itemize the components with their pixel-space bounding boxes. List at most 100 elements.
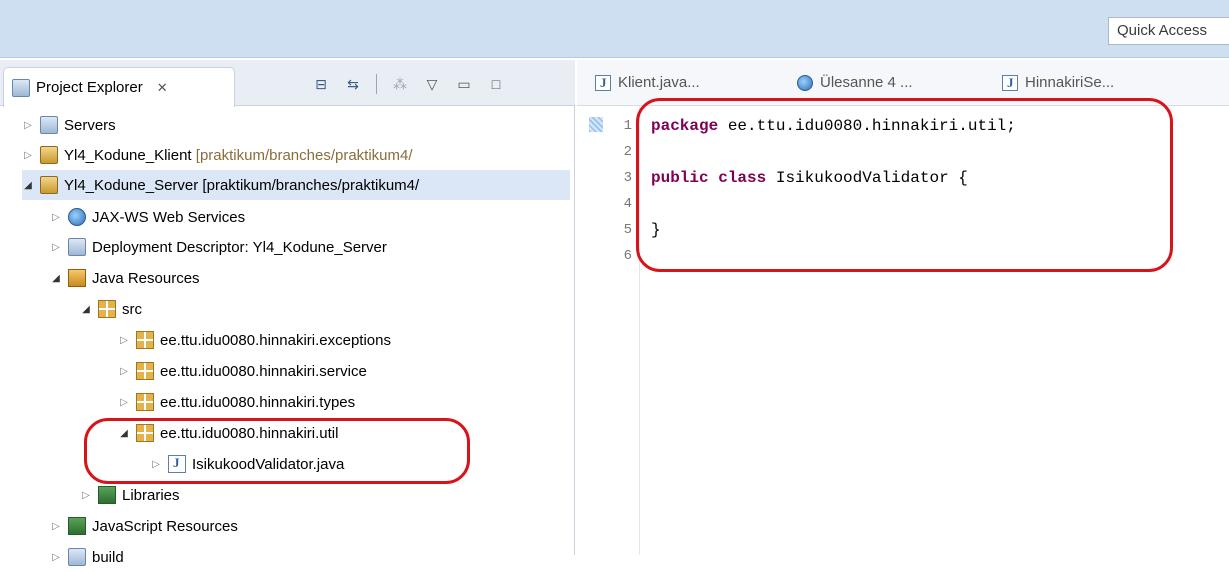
java-resources-icon (68, 269, 86, 287)
project-explorer-title: Project Explorer (36, 79, 143, 96)
expand-arrow-icon[interactable]: ▷ (22, 120, 34, 131)
keyword: public (651, 169, 709, 187)
tree-item-label: IsikukoodValidator.java (192, 455, 345, 473)
tree-item-label: ee.ttu.idu0080.hinnakiri.exceptions (160, 331, 391, 349)
expand-arrow-icon[interactable]: ▷ (118, 397, 130, 408)
collapse-all-icon[interactable]: ⊟ (312, 75, 330, 93)
descriptor-icon (68, 238, 86, 256)
webservice-icon (68, 208, 86, 226)
project-explorer-tab[interactable]: Project Explorer ✕ (3, 67, 235, 107)
tree-item-server-project[interactable]: ◢ Yl4_Kodune_Server [praktikum/branches/… (22, 170, 570, 200)
collapse-arrow-icon[interactable]: ◢ (50, 273, 62, 284)
expand-arrow-icon[interactable]: ▷ (50, 212, 62, 223)
tree-item-label: ee.ttu.idu0080.hinnakiri.util (160, 424, 339, 442)
current-line-marker (589, 117, 603, 132)
project-explorer-icon (12, 78, 30, 97)
tree-item-label: Yl4_Kodune_Klient (64, 146, 192, 164)
view-header: Project Explorer ✕ ⊟ ⇆ ⁂ ▽ ▭ □ (0, 60, 575, 107)
close-icon[interactable]: ✕ (157, 80, 168, 96)
minimize-icon[interactable]: ▭ (455, 75, 473, 93)
package-icon (136, 424, 154, 442)
tree-item-package-types[interactable]: ▷ ee.ttu.idu0080.hinnakiri.types (118, 387, 355, 417)
tree-item-label: ee.ttu.idu0080.hinnakiri.types (160, 393, 356, 411)
expand-arrow-icon[interactable]: ▷ (50, 521, 62, 532)
tree-item-label: Libraries (122, 486, 180, 504)
folder-icon (68, 548, 86, 566)
view-menu-icon[interactable]: ▽ (423, 75, 441, 93)
tree-item-deployment-descriptor[interactable]: ▷ Deployment Descriptor: Yl4_Kodune_Serv… (50, 232, 387, 262)
package-icon (136, 362, 154, 380)
tab-label: Ülesanne 4 ... (820, 74, 913, 91)
tree-item-java-resources[interactable]: ◢ Java Resources (50, 263, 200, 293)
tree-item-label: Deployment Descriptor: Yl4_Kodune_Server (92, 238, 387, 256)
gutter-divider (639, 106, 640, 555)
tree-item-isikukood-validator[interactable]: ▷ IsikukoodValidator.java (150, 449, 344, 479)
line-number: 3 (623, 170, 632, 186)
expand-arrow-icon[interactable]: ▷ (22, 150, 34, 161)
tree-item-servers[interactable]: ▷ Servers (22, 110, 116, 140)
tree-item-label: JavaScript Resources (92, 517, 238, 535)
tree-item-package-exceptions[interactable]: ▷ ee.ttu.idu0080.hinnakiri.exceptions (118, 325, 391, 355)
source-folder-icon (98, 300, 116, 318)
package-icon (136, 393, 154, 411)
code-text: IsikukoodValidator { (766, 169, 968, 187)
expand-arrow-icon[interactable]: ▷ (118, 366, 130, 377)
tree-item-label: Yl4_Kodune_Server (64, 176, 199, 194)
line-number: 1 (623, 118, 632, 134)
tree-item-javascript-resources[interactable]: ▷ JavaScript Resources (50, 511, 238, 541)
editor-tab-bar: Klient.java... Ülesanne 4 ... HinnakiriS… (577, 60, 1229, 106)
expand-arrow-icon[interactable]: ▷ (150, 459, 162, 470)
collapse-arrow-icon[interactable]: ◢ (80, 304, 92, 315)
java-file-icon (595, 74, 611, 91)
java-file-icon (1002, 74, 1018, 91)
maximize-icon[interactable]: □ (487, 75, 505, 93)
code-line-5: } (651, 217, 1016, 243)
tree-item-label: Java Resources (92, 269, 200, 287)
link-with-editor-icon[interactable]: ⇆ (344, 75, 362, 93)
project-icon (40, 146, 58, 164)
expand-arrow-icon[interactable]: ▷ (118, 335, 130, 346)
collapse-arrow-icon[interactable]: ◢ (22, 180, 34, 191)
filter-icon[interactable]: ⁂ (391, 75, 409, 93)
code-text: ee.ttu.idu0080.hinnakiri.util; (718, 117, 1016, 135)
quick-access-input[interactable]: Quick Access (1108, 17, 1229, 45)
expand-arrow-icon[interactable]: ▷ (50, 552, 62, 563)
toolbar-separator (376, 74, 377, 94)
tree-item-libraries[interactable]: ▷ Libraries (80, 480, 180, 510)
tree-item-klient-project[interactable]: ▷ Yl4_Kodune_Klient [praktikum/branches/… (22, 140, 413, 170)
code-line-1: package ee.ttu.idu0080.hinnakiri.util; (651, 113, 1016, 139)
keyword: class (718, 169, 767, 187)
tree-item-label: Servers (64, 116, 116, 134)
tab-label: HinnakiriSe... (1025, 74, 1115, 91)
collapse-arrow-icon[interactable]: ◢ (118, 428, 130, 439)
tab-hinnakiri-se[interactable]: HinnakiriSe... (1002, 74, 1114, 91)
line-number: 6 (623, 248, 632, 264)
tree-item-label: ee.ttu.idu0080.hinnakiri.service (160, 362, 367, 380)
line-number: 2 (623, 144, 632, 160)
code-line-3: public class IsikukoodValidator { (651, 165, 1016, 191)
project-icon (40, 176, 58, 194)
project-explorer-view: Project Explorer ✕ ⊟ ⇆ ⁂ ▽ ▭ □ ▷ Servers… (0, 60, 575, 566)
tab-ulesanne-4[interactable]: Ülesanne 4 ... (797, 74, 913, 91)
code-editor[interactable]: package ee.ttu.idu0080.hinnakiri.util; p… (651, 113, 1016, 269)
web-browser-icon (797, 74, 813, 91)
tab-label: Klient.java... (618, 74, 700, 91)
tree-item-build[interactable]: ▷ build (50, 542, 124, 572)
tree-item-jaxws[interactable]: ▷ JAX-WS Web Services (50, 202, 245, 232)
tree-item-package-service[interactable]: ▷ ee.ttu.idu0080.hinnakiri.service (118, 356, 367, 386)
expand-arrow-icon[interactable]: ▷ (50, 242, 62, 253)
tree-item-label: build (92, 548, 124, 566)
tree-item-package-util[interactable]: ◢ ee.ttu.idu0080.hinnakiri.util (118, 418, 338, 448)
line-number: 5 (623, 222, 632, 238)
tab-klient-java[interactable]: Klient.java... (595, 74, 700, 91)
editor-area: Klient.java... Ülesanne 4 ... HinnakiriS… (577, 60, 1229, 555)
library-icon (68, 517, 86, 535)
line-number: 4 (623, 196, 632, 212)
expand-arrow-icon[interactable]: ▷ (80, 490, 92, 501)
java-file-icon (168, 455, 186, 473)
keyword: package (651, 117, 719, 135)
tree-item-src[interactable]: ◢ src (80, 294, 142, 324)
